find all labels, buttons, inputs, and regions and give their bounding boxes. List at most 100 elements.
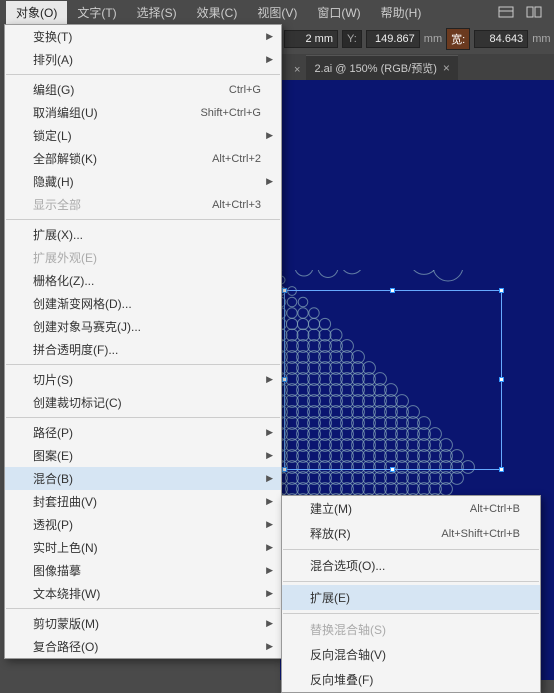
menu-item-label: 图案(E) bbox=[33, 447, 261, 464]
menu-item-label: 创建渐变网格(D)... bbox=[33, 295, 261, 312]
w-unit: mm bbox=[532, 33, 550, 45]
menu-item-12[interactable]: 栅格化(Z)... bbox=[5, 269, 281, 292]
menu-item-18[interactable]: 创建裁切标记(C) bbox=[5, 391, 281, 414]
menu-item-4[interactable]: 取消编组(U)Shift+Ctrl+G bbox=[5, 101, 281, 124]
y-value[interactable]: 149.867 bbox=[366, 30, 420, 48]
menu-text[interactable]: 文字(T) bbox=[67, 1, 126, 24]
menu-item-17[interactable]: 切片(S) ▶ bbox=[5, 368, 281, 391]
tab-label: 2.ai @ 150% (RGB/预览) bbox=[314, 60, 436, 76]
submenu-arrow-icon: ▶ bbox=[266, 618, 273, 629]
handle-bl[interactable] bbox=[282, 467, 287, 472]
submenu-arrow-icon: ▶ bbox=[266, 565, 273, 576]
menu-item-label: 显示全部 bbox=[33, 196, 212, 213]
handle-br[interactable] bbox=[499, 467, 504, 472]
menu-item-label: 排列(A) bbox=[33, 51, 261, 68]
menu-item-label: 切片(S) bbox=[33, 371, 261, 388]
menu-item-3[interactable]: 编组(G)Ctrl+G bbox=[5, 78, 281, 101]
y-label: Y: bbox=[342, 30, 362, 48]
menu-help[interactable]: 帮助(H) bbox=[371, 1, 432, 24]
menu-item-0[interactable]: 变换(T) ▶ bbox=[5, 25, 281, 48]
submenu-arrow-icon: ▶ bbox=[266, 374, 273, 385]
menu-item-label: 锁定(L) bbox=[33, 127, 261, 144]
handle-mr[interactable] bbox=[499, 377, 504, 382]
w-value[interactable]: 84.643 bbox=[474, 30, 528, 48]
menu-item-1[interactable]: 排列(A)▶ bbox=[5, 48, 281, 71]
submenu-item-label: 释放(R) bbox=[310, 525, 441, 542]
submenu-item-1[interactable]: 释放(R)Alt+Shift+Ctrl+B bbox=[282, 521, 540, 546]
menu-item-15[interactable]: 拼合透明度(F)... bbox=[5, 338, 281, 361]
submenu-item-label: 建立(M) bbox=[310, 500, 470, 517]
submenu-item-5[interactable]: 扩展(E) bbox=[282, 585, 540, 610]
menu-effect[interactable]: 效果(C) bbox=[187, 1, 248, 24]
menu-item-11: 扩展外观(E) bbox=[5, 246, 281, 269]
menu-item-label: 隐藏(H) bbox=[33, 173, 261, 190]
menu-item-label: 创建对象马赛克(J)... bbox=[33, 318, 261, 335]
submenu-item-label: 混合选项(O)... bbox=[310, 557, 520, 574]
menu-item-label: 创建裁切标记(C) bbox=[33, 394, 261, 411]
document-tab[interactable]: 2.ai @ 150% (RGB/预览) × bbox=[306, 55, 457, 80]
selection-bounds bbox=[284, 290, 502, 470]
menu-item-label: 路径(P) bbox=[33, 424, 261, 441]
menu-item-10[interactable]: 扩展(X)... bbox=[5, 223, 281, 246]
menu-item-20[interactable]: 路径(P) ▶ bbox=[5, 421, 281, 444]
submenu-arrow-icon: ▶ bbox=[266, 176, 273, 187]
menu-item-label: 实时上色(N) bbox=[33, 539, 261, 556]
handle-tm[interactable] bbox=[390, 288, 395, 293]
submenu-arrow-icon: ▶ bbox=[266, 130, 273, 141]
shortcut: Alt+Ctrl+B bbox=[470, 503, 520, 515]
blend-submenu: 建立(M)Alt+Ctrl+B释放(R)Alt+Shift+Ctrl+B混合选项… bbox=[281, 495, 541, 693]
x-remainder: 2 mm bbox=[284, 30, 338, 48]
menu-item-22[interactable]: 混合(B)▶ bbox=[5, 467, 281, 490]
menu-item-27[interactable]: 文本绕排(W)▶ bbox=[5, 582, 281, 605]
menu-item-label: 全部解锁(K) bbox=[33, 150, 212, 167]
submenu-arrow-icon: ▶ bbox=[266, 473, 273, 484]
layout-icon[interactable] bbox=[496, 4, 516, 20]
submenu-item-label: 扩展(E) bbox=[310, 589, 520, 606]
menu-item-24[interactable]: 透视(P)▶ bbox=[5, 513, 281, 536]
menu-item-label: 变换(T) bbox=[33, 28, 261, 45]
menu-item-label: 拼合透明度(F)... bbox=[33, 341, 261, 358]
shortcut: Alt+Shift+Ctrl+B bbox=[441, 528, 520, 540]
handle-ml[interactable] bbox=[282, 377, 287, 382]
submenu-arrow-icon: ▶ bbox=[266, 427, 273, 438]
menu-view[interactable]: 视图(V) bbox=[247, 1, 307, 24]
menu-item-8: 显示全部Alt+Ctrl+3 bbox=[5, 193, 281, 216]
submenu-item-0[interactable]: 建立(M)Alt+Ctrl+B bbox=[282, 496, 540, 521]
menu-item-26[interactable]: 图像描摹 ▶ bbox=[5, 559, 281, 582]
prev-tab-close[interactable]: × bbox=[288, 60, 306, 80]
handle-bm[interactable] bbox=[390, 467, 395, 472]
menu-object[interactable]: 对象(O) bbox=[6, 1, 67, 24]
menu-item-30[interactable]: 复合路径(O)▶ bbox=[5, 635, 281, 658]
shortcut: Alt+Ctrl+3 bbox=[212, 199, 261, 211]
menu-item-6[interactable]: 全部解锁(K)Alt+Ctrl+2 bbox=[5, 147, 281, 170]
menu-item-13[interactable]: 创建渐变网格(D)... bbox=[5, 292, 281, 315]
document-tabbar: × 2.ai @ 150% (RGB/预览) × bbox=[280, 54, 554, 80]
menu-item-label: 图像描摹 bbox=[33, 562, 261, 579]
submenu-arrow-icon: ▶ bbox=[266, 31, 273, 42]
menu-item-7[interactable]: 隐藏(H) ▶ bbox=[5, 170, 281, 193]
submenu-item-7: 替换混合轴(S) bbox=[282, 617, 540, 642]
menu-window[interactable]: 窗口(W) bbox=[307, 1, 370, 24]
close-icon[interactable]: × bbox=[443, 61, 450, 75]
menu-item-25[interactable]: 实时上色(N)▶ bbox=[5, 536, 281, 559]
menubar: 对象(O) 文字(T) 选择(S) 效果(C) 视图(V) 窗口(W) 帮助(H… bbox=[0, 0, 554, 24]
submenu-item-label: 替换混合轴(S) bbox=[310, 621, 520, 638]
handle-tl[interactable] bbox=[282, 288, 287, 293]
submenu-item-8[interactable]: 反向混合轴(V) bbox=[282, 642, 540, 667]
submenu-arrow-icon: ▶ bbox=[266, 588, 273, 599]
arrange-icon[interactable] bbox=[524, 4, 544, 20]
handle-tr[interactable] bbox=[499, 288, 504, 293]
options-bar: 2 mm Y: 149.867 mm 宽: 84.643 mm bbox=[280, 24, 554, 54]
menu-item-29[interactable]: 剪切蒙版(M) ▶ bbox=[5, 612, 281, 635]
menu-item-label: 剪切蒙版(M) bbox=[33, 615, 261, 632]
menu-item-label: 取消编组(U) bbox=[33, 104, 200, 121]
menu-select[interactable]: 选择(S) bbox=[127, 1, 187, 24]
menu-item-23[interactable]: 封套扭曲(V)▶ bbox=[5, 490, 281, 513]
submenu-item-3[interactable]: 混合选项(O)... bbox=[282, 553, 540, 578]
submenu-arrow-icon: ▶ bbox=[266, 641, 273, 652]
y-unit: mm bbox=[424, 33, 442, 45]
menu-item-21[interactable]: 图案(E)▶ bbox=[5, 444, 281, 467]
menu-item-14[interactable]: 创建对象马赛克(J)... bbox=[5, 315, 281, 338]
shortcut: Shift+Ctrl+G bbox=[200, 107, 261, 119]
menu-item-5[interactable]: 锁定(L) ▶ bbox=[5, 124, 281, 147]
